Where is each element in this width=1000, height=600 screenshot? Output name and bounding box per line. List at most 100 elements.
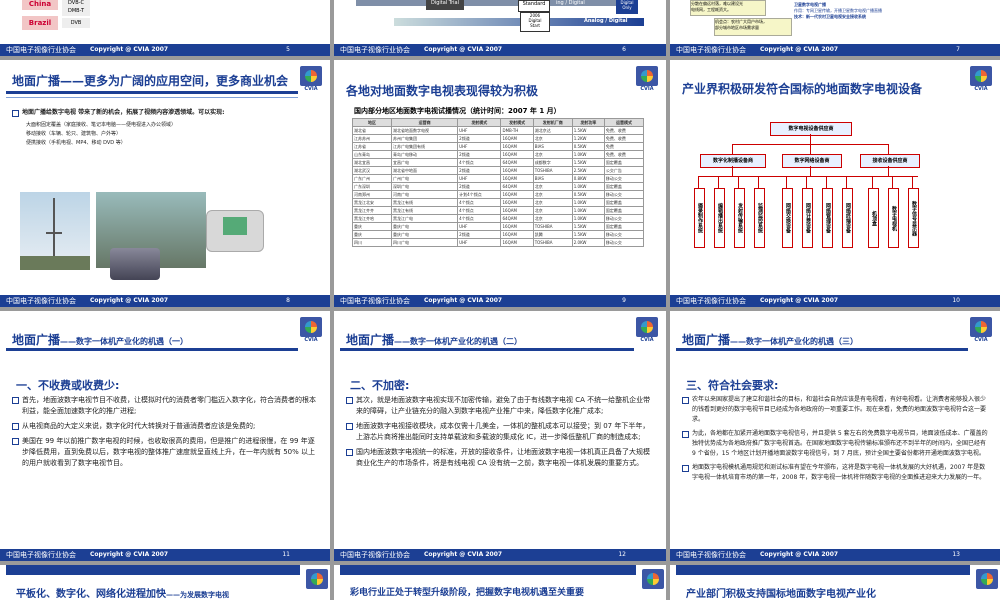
paragraph-2: 为此，各地都在加紧开通地面数字电视信号，并且提供 5 套左右的免费数字电视节目，… xyxy=(682,429,988,459)
slide-footer: 中国电子视像行业协会 Copyright @ CVIA 2007 7 xyxy=(670,44,1000,56)
slide-12: 地面广播——数字一体机产业化的机遇（二） CVIA 二、不加密: 其次，就是地面… xyxy=(334,311,666,561)
table-row: 山东青岛 青岛广电移动 2频道 16QAM 北京 1.0KW 免费、收费 xyxy=(352,150,645,159)
table-cell: 北京 xyxy=(532,190,573,199)
table-cell: 重庆 xyxy=(352,230,392,239)
table-cell: 4个频点 xyxy=(457,206,502,215)
cvia-logo: CVIA xyxy=(300,317,322,345)
table-cell: 移动公交 xyxy=(603,174,645,183)
cvia-logo xyxy=(976,569,998,597)
slide-6: Digital Trial Standard ing / Digital Dig… xyxy=(334,0,666,56)
table-cell: 固定覆盖 xyxy=(603,198,645,207)
table-row: 黑龙江齐齐 黑龙江有线 4个频点 16QAM 北京 1.0KW 固定覆盖 xyxy=(352,206,645,215)
slide-header: 地面广播——更多为广阔的应用空间，更多商业机会 CVIA xyxy=(6,60,324,100)
table-row: 湖北省 湖北省地面数字电视 UHF DMB-TH 湖北京达 1.5KW 免费、收费 xyxy=(352,126,645,135)
table-cell: 1.5KW xyxy=(571,158,605,167)
slide-title: 各地对地面数字电视表现得较为积极 xyxy=(346,84,539,98)
table-cell: 免费、收费 xyxy=(603,126,645,135)
slide-9: 各地对地面数字电视表现得较为积极 CVIA 国内部分地区地面数字电视试播情况（统… xyxy=(334,60,666,307)
table-row: 江苏苏州 苏州广电集团 2频道 16QAM 北京 1.2KW 免费、收费 xyxy=(352,134,645,143)
table-cell: 4个频点 xyxy=(457,198,502,207)
table-cell: 固定覆盖 xyxy=(603,182,645,191)
standard-dvb: DVB xyxy=(62,18,90,28)
table-cell: 16QAM xyxy=(500,222,534,231)
table-header-cell: 发射功率 xyxy=(571,118,605,127)
table-cell: 北京 xyxy=(532,214,573,223)
slide-footer: 中国电子视像行业协会 Copyright @ CVIA 2007 10 xyxy=(670,295,1000,307)
org-leaf: 机顶盒 xyxy=(868,188,879,248)
analog-digital-label: Analog / Digital xyxy=(584,18,628,24)
slide-title: 地面广播——数字一体机产业化的机遇（二） xyxy=(346,333,523,347)
table-cell: 1.5KW xyxy=(571,222,605,231)
cvia-logo: CVIA xyxy=(636,66,658,94)
table-cell: 江苏苏州 xyxy=(352,134,392,143)
start-box: 2006 Digital Start xyxy=(520,12,550,32)
table-cell: 广东深圳 xyxy=(352,182,392,191)
org-mid-2: 数字网络设备商 xyxy=(782,154,842,168)
table-cell: 黑龙江北安 xyxy=(352,198,392,207)
slide-header: 地面广播——数字一体机产业化的机遇（二） CVIA xyxy=(340,311,660,351)
table-cell: 湖北省地面数字电视 xyxy=(390,126,459,135)
org-leaf: 网络计费设备 xyxy=(802,188,813,248)
table-cell: 黑龙江齐齐 xyxy=(352,206,392,215)
table-cell: BIAS xyxy=(532,174,573,183)
table-row: 黑龙江北安 黑龙江有线 4个频点 16QAM 北京 1.0KW 固定覆盖 xyxy=(352,198,645,207)
ng-label: ing / Digital xyxy=(556,0,585,6)
table-cell: 湖北省中地面 xyxy=(390,166,459,175)
table-row: 重庆 重庆广电 2频道 16QAM 凯腾 1.5KW 移动公交 xyxy=(352,230,645,239)
table-cell: 固定覆盖 xyxy=(603,206,645,215)
table-cell: 4个频点 xyxy=(457,158,502,167)
table-cell: 16QAM xyxy=(500,198,534,207)
table-cell: 1.0KW xyxy=(571,150,605,159)
table-header-cell: 运营模式 xyxy=(603,118,645,127)
table-cell: 0.5KW xyxy=(571,190,605,199)
org-mid-3: 接收设备供应商 xyxy=(860,154,920,168)
table-cell: 四川 xyxy=(352,238,392,247)
cvia-logo: CVIA xyxy=(300,66,322,94)
table-cell: 16QAM xyxy=(500,230,534,239)
table-cell: 固定覆盖 xyxy=(603,158,645,167)
slide-header: 产业界积极研发符合国标的地面数字电视设备 CVIA xyxy=(676,60,994,100)
org-leaf: 监测监控系统 xyxy=(754,188,765,248)
org-leaf: 发射传输系统 xyxy=(734,188,745,248)
standard-dvbc: DVB-C xyxy=(62,0,90,8)
paragraph-1: 农年以来国家提出了建立和谐社会的目标，和谐社会自然应该是有电视看，有好电视看。让… xyxy=(682,395,988,425)
photo-tower xyxy=(20,192,90,270)
cvia-logo: CVIA xyxy=(970,66,992,94)
slide-15: 彩电行业正处于转型升级阶段，把握数字电视机遇至关重要 xyxy=(334,565,666,600)
section-heading: 三、符合社会要求: xyxy=(686,379,779,392)
cvia-logo xyxy=(642,569,664,597)
table-cell: 16QAM xyxy=(500,166,534,175)
table-cell: 4个频点 xyxy=(457,214,502,223)
photo-car xyxy=(110,248,160,280)
table-row: 重庆 重庆广电 UHF 16QAM TOSHIBA 1.5KW 固定覆盖 xyxy=(352,222,645,231)
table-cell: 江苏广电集团有线 xyxy=(390,142,459,151)
table-cell: 江苏省 xyxy=(352,142,392,151)
table-row: 广东深圳 深圳广电 2频道 64QAM 北京 1.0KW 固定覆盖 xyxy=(352,182,645,191)
slide-footer: 中国电子视像行业协会 Copyright @ CVIA 2007 11 xyxy=(0,549,330,561)
table-cell: 1.0KW xyxy=(571,214,605,223)
slide-header: 各地对地面数字电视表现得较为积极 CVIA xyxy=(340,60,660,100)
trial-box: Digital Trial xyxy=(426,0,464,10)
table-header-cell: 发射模式 xyxy=(457,118,502,127)
table-cell: UHF xyxy=(457,174,502,183)
table-cell: UHF xyxy=(457,222,502,231)
callout-bottom: 机会点：农村广大用户市场， 部分城市地区市场需求量 xyxy=(714,18,792,36)
paragraph-1: 首先，地面波数字电视节目不收费，让模拟时代的消费者零门槛迈入数字化，符合消费者的… xyxy=(12,395,318,417)
bullet-2: 移动接收（车辆、轮只、建筑物、户外等） xyxy=(26,131,122,137)
table-cell: 湖北京达 xyxy=(532,126,573,135)
table-cell: 湖北省 xyxy=(352,126,392,135)
slide-body: 地面广播给数字电视 带来了新的机会，拓展了视频内容渗透领域。可以实现: 大面积固… xyxy=(12,108,318,148)
table-cell: 黑龙江齐哈 xyxy=(352,214,392,223)
table-header-cell: 运营商 xyxy=(390,118,459,127)
table-cell: 北京 xyxy=(532,150,573,159)
table-cell: 2.0KW xyxy=(571,238,605,247)
standard-dmbt: DMB-T xyxy=(62,8,90,16)
table-cell: 2.5KW xyxy=(571,166,605,175)
table-cell: 黑龙江广电 xyxy=(390,214,459,223)
table-cell: TOSHIBA xyxy=(532,238,573,247)
slide-title: 产业部门积极支持国标地面数字电视产业化 xyxy=(686,589,876,600)
table-cell: 1.0KW xyxy=(571,182,605,191)
slide-10: 产业界积极研发符合国标的地面数字电视设备 CVIA 数字电视设备供应商 数字化制… xyxy=(670,60,1000,307)
table-row: 四川 四川广电 UHF 16QAM TOSHIBA 2.0KW 移动公交 xyxy=(352,238,645,247)
table-cell: 1.2KW xyxy=(571,134,605,143)
